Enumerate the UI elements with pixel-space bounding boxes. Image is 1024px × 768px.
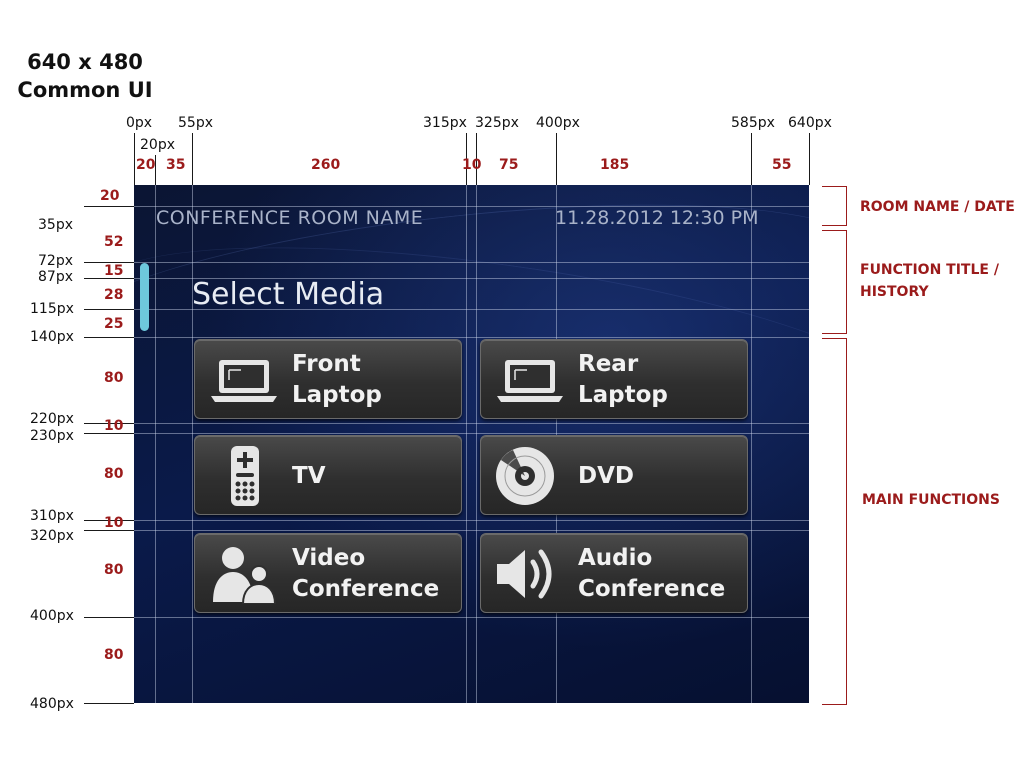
y-guide-140 bbox=[84, 337, 134, 338]
y-dim-80-b: 80 bbox=[104, 466, 124, 482]
grid-line bbox=[134, 520, 809, 521]
front-laptop-button[interactable]: Front Laptop bbox=[194, 339, 462, 419]
y-guide-115 bbox=[84, 309, 134, 310]
grid-line bbox=[134, 530, 809, 531]
y-tick-220: 220px bbox=[30, 411, 74, 427]
date-time: 11.28.2012 12:30 PM bbox=[555, 207, 759, 229]
y-guide-400 bbox=[84, 617, 134, 618]
x-dim-10: 10 bbox=[462, 157, 482, 173]
audio-conference-button[interactable]: Audio Conference bbox=[480, 533, 748, 613]
y-guide-480 bbox=[84, 703, 134, 704]
y-dim-15: 15 bbox=[104, 263, 124, 279]
tv-button[interactable]: TV bbox=[194, 435, 462, 515]
laptop-icon bbox=[211, 360, 277, 402]
y-dim-80-d: 80 bbox=[104, 647, 124, 663]
room-name: CONFERENCE ROOM NAME bbox=[156, 207, 424, 229]
grid-line bbox=[134, 262, 809, 263]
x-guide-0 bbox=[134, 133, 135, 185]
y-tick-400: 400px bbox=[30, 608, 74, 624]
x-dim-20: 20 bbox=[136, 157, 156, 173]
document-title-line-1: 640 x 480 bbox=[27, 50, 143, 74]
y-dim-10-a: 10 bbox=[104, 418, 124, 434]
y-tick-115: 115px bbox=[30, 301, 74, 317]
x-tick-0: 0px bbox=[126, 115, 153, 131]
x-tick-585: 585px bbox=[731, 115, 775, 131]
y-tick-72: 72px bbox=[38, 253, 73, 269]
grid-line bbox=[134, 433, 809, 434]
y-tick-320: 320px bbox=[30, 528, 74, 544]
y-tick-310: 310px bbox=[30, 508, 74, 524]
x-dim-185: 185 bbox=[600, 157, 630, 173]
button-label: TV bbox=[292, 462, 326, 489]
dvd-button[interactable]: DVD bbox=[480, 435, 748, 515]
disc-icon bbox=[496, 447, 554, 505]
x-dim-35: 35 bbox=[166, 157, 186, 173]
x-guide-400 bbox=[556, 133, 557, 185]
y-dim-80-c: 80 bbox=[104, 562, 124, 578]
function-section-bracket bbox=[822, 230, 847, 334]
x-tick-315: 315px bbox=[423, 115, 467, 131]
x-tick-20: 20px bbox=[140, 137, 175, 153]
touch-panel-screen: CONFERENCE ROOM NAME 11.28.2012 12:30 PM… bbox=[134, 185, 809, 703]
room-section-bracket bbox=[822, 186, 847, 226]
y-tick-230: 230px bbox=[30, 428, 74, 444]
function-title: Select Media bbox=[192, 277, 385, 312]
button-label: Rear Laptop bbox=[578, 351, 668, 408]
x-dim-75: 75 bbox=[499, 157, 519, 173]
video-conference-button[interactable]: Video Conference bbox=[194, 533, 462, 613]
x-guide-55 bbox=[192, 133, 193, 185]
people-icon bbox=[213, 547, 277, 604]
x-tick-640: 640px bbox=[788, 115, 832, 131]
button-label: Audio Conference bbox=[578, 545, 726, 602]
x-dim-260: 260 bbox=[311, 157, 341, 173]
document-title-line-2: Common UI bbox=[17, 78, 153, 102]
x-dim-55: 55 bbox=[772, 157, 792, 173]
y-tick-140: 140px bbox=[30, 329, 74, 345]
main-section-label: MAIN FUNCTIONS bbox=[862, 492, 1000, 508]
button-label: Video Conference bbox=[292, 545, 440, 602]
function-section-label-line-2: HISTORY bbox=[860, 284, 929, 300]
function-section-label: FUNCTION TITLE / HISTORY bbox=[860, 259, 999, 303]
history-indicator[interactable] bbox=[140, 263, 149, 331]
y-dim-25: 25 bbox=[104, 316, 124, 332]
grid-line bbox=[134, 423, 809, 424]
room-section-label: ROOM NAME / DATE bbox=[860, 199, 1015, 215]
grid-line bbox=[134, 617, 809, 618]
button-label: DVD bbox=[578, 462, 634, 489]
y-tick-35: 35px bbox=[38, 217, 73, 233]
x-tick-55: 55px bbox=[178, 115, 213, 131]
grid-line bbox=[134, 337, 809, 338]
y-dim-80-a: 80 bbox=[104, 370, 124, 386]
y-dim-10-b: 10 bbox=[104, 515, 124, 531]
speaker-icon bbox=[497, 549, 552, 599]
x-tick-400: 400px bbox=[536, 115, 580, 131]
y-tick-87: 87px bbox=[38, 269, 73, 285]
laptop-icon bbox=[497, 360, 563, 402]
y-dim-28: 28 bbox=[104, 287, 124, 303]
y-dim-20: 20 bbox=[100, 188, 120, 204]
x-tick-325: 325px bbox=[475, 115, 519, 131]
y-guide-20 bbox=[84, 206, 134, 207]
remote-icon bbox=[231, 446, 259, 506]
button-label: Front Laptop bbox=[292, 351, 382, 408]
y-dim-52: 52 bbox=[104, 234, 124, 250]
main-section-bracket bbox=[822, 338, 847, 705]
x-guide-640 bbox=[809, 133, 810, 185]
function-section-label-line-1: FUNCTION TITLE / bbox=[860, 262, 999, 278]
rear-laptop-button[interactable]: Rear Laptop bbox=[480, 339, 748, 419]
document-title: 640 x 480 Common UI bbox=[0, 48, 170, 104]
y-tick-480: 480px bbox=[30, 696, 74, 712]
x-guide-585 bbox=[751, 133, 752, 185]
